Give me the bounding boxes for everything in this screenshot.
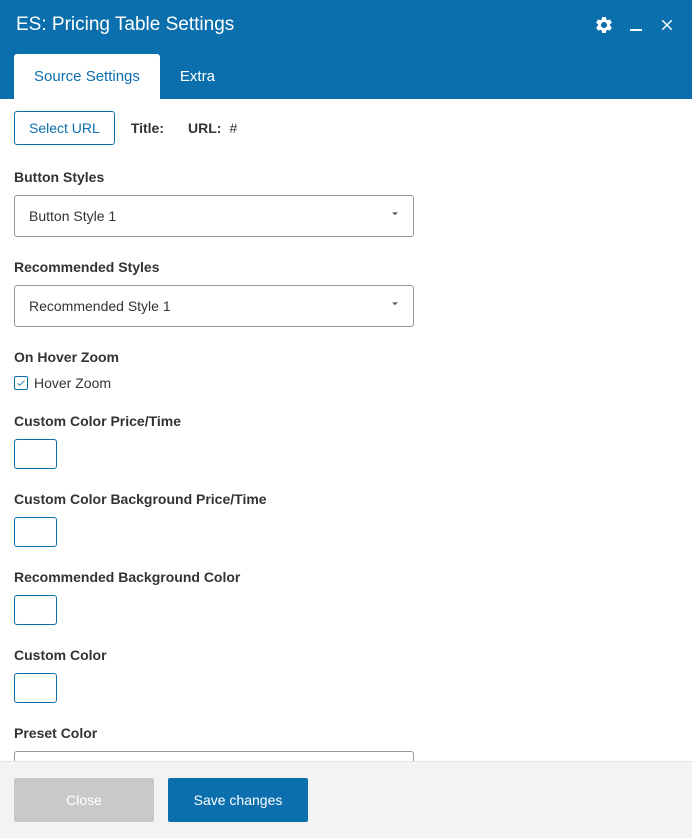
button-styles-select-wrap: Button Style 1	[14, 195, 414, 237]
dialog-header: ES: Pricing Table Settings	[0, 0, 692, 50]
dialog-footer: Close Save changes	[0, 761, 692, 838]
url-label: URL:	[188, 120, 221, 136]
preset-color-select[interactable]: Preset 3	[14, 751, 414, 761]
tabs-bar: Source Settings Extra	[0, 50, 692, 99]
field-recommended-bg-color: Recommended Background Color	[14, 569, 678, 625]
field-button-styles: Button Styles Button Style 1	[14, 169, 678, 237]
minimize-icon[interactable]	[628, 17, 644, 33]
recommended-styles-select-wrap: Recommended Style 1	[14, 285, 414, 327]
preset-color-select-wrap: Preset 3	[14, 751, 414, 761]
recommended-bg-color-swatch[interactable]	[14, 595, 57, 625]
top-row: Select URL Title: URL: #	[14, 111, 678, 145]
preset-color-label: Preset Color	[14, 725, 678, 741]
header-controls	[594, 15, 676, 35]
custom-color-bg-price-time-label: Custom Color Background Price/Time	[14, 491, 678, 507]
field-custom-color: Custom Color	[14, 647, 678, 703]
title-label: Title:	[131, 120, 164, 136]
custom-color-bg-price-time-swatch[interactable]	[14, 517, 57, 547]
field-custom-color-price-time: Custom Color Price/Time	[14, 413, 678, 469]
field-preset-color: Preset Color Preset 3	[14, 725, 678, 761]
recommended-bg-color-label: Recommended Background Color	[14, 569, 678, 585]
custom-color-swatch[interactable]	[14, 673, 57, 703]
custom-color-price-time-swatch[interactable]	[14, 439, 57, 469]
custom-color-label: Custom Color	[14, 647, 678, 663]
button-styles-label: Button Styles	[14, 169, 678, 185]
hover-zoom-checkbox-label: Hover Zoom	[34, 375, 111, 391]
gear-icon[interactable]	[594, 15, 614, 35]
recommended-styles-label: Recommended Styles	[14, 259, 678, 275]
save-changes-button[interactable]: Save changes	[168, 778, 308, 822]
dialog-title: ES: Pricing Table Settings	[16, 14, 234, 36]
close-icon[interactable]	[658, 16, 676, 34]
hover-zoom-row: Hover Zoom	[14, 375, 678, 391]
content-scroll[interactable]: Select URL Title: URL: # Button Styles B…	[0, 99, 692, 761]
button-styles-select[interactable]: Button Style 1	[14, 195, 414, 237]
url-value: #	[229, 120, 237, 136]
hover-zoom-checkbox[interactable]	[14, 376, 28, 390]
field-custom-color-bg-price-time: Custom Color Background Price/Time	[14, 491, 678, 547]
field-on-hover-zoom: On Hover Zoom Hover Zoom	[14, 349, 678, 391]
select-url-button[interactable]: Select URL	[14, 111, 115, 145]
custom-color-price-time-label: Custom Color Price/Time	[14, 413, 678, 429]
recommended-styles-select[interactable]: Recommended Style 1	[14, 285, 414, 327]
content-panel: Select URL Title: URL: # Button Styles B…	[0, 99, 692, 761]
close-button[interactable]: Close	[14, 778, 154, 822]
on-hover-zoom-label: On Hover Zoom	[14, 349, 678, 365]
tab-source-settings[interactable]: Source Settings	[14, 54, 160, 99]
tab-extra[interactable]: Extra	[160, 54, 235, 99]
field-recommended-styles: Recommended Styles Recommended Style 1	[14, 259, 678, 327]
